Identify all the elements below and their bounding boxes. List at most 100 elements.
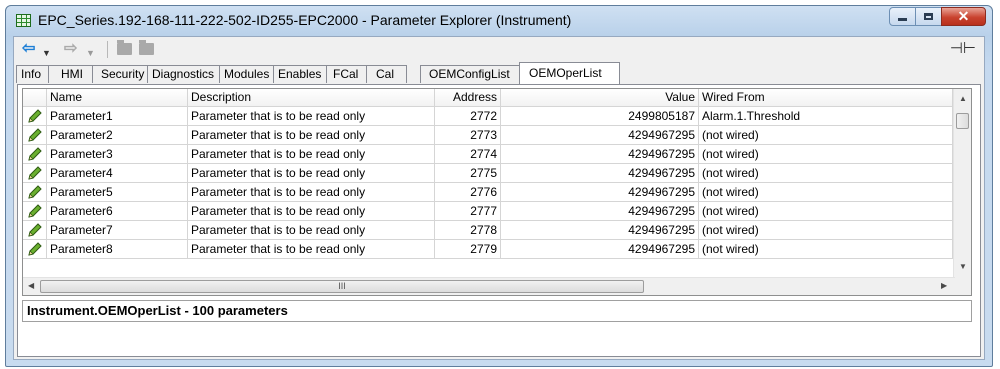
table-row[interactable]: Parameter1 Parameter that is to be read o… — [23, 107, 953, 126]
tab-oemconfiglist[interactable]: OEMConfigList — [420, 65, 520, 83]
cell-name[interactable]: Parameter4 — [47, 164, 188, 183]
tab-fcal[interactable]: FCal — [326, 65, 367, 83]
cell-address[interactable]: 2776 — [435, 183, 501, 202]
pencil-icon — [28, 109, 42, 123]
cell-value[interactable]: 4294967295 — [501, 221, 699, 240]
pencil-icon — [28, 147, 42, 161]
cell-wired-from[interactable]: Alarm.1.Threshold — [699, 107, 953, 126]
tab-content: Name Description Address Value Wired Fro… — [17, 84, 981, 357]
horizontal-scroll-thumb[interactable]: III — [40, 280, 644, 293]
cell-address[interactable]: 2777 — [435, 202, 501, 221]
table-row[interactable]: Parameter6 Parameter that is to be read o… — [23, 202, 953, 221]
cell-value[interactable]: 4294967295 — [501, 145, 699, 164]
table-row[interactable]: Parameter4 Parameter that is to be read o… — [23, 164, 953, 183]
close-icon: ✕ — [957, 8, 970, 24]
cell-wired-from[interactable]: (not wired) — [699, 183, 953, 202]
cell-wired-from[interactable]: (not wired) — [699, 240, 953, 259]
tab-oemoperlist[interactable]: OEMOperList — [519, 62, 620, 84]
cell-description[interactable]: Parameter that is to be read only — [188, 107, 435, 126]
status-bar: Instrument.OEMOperList - 100 parameters — [22, 300, 972, 322]
forward-history-dropdown[interactable]: ▼ — [86, 44, 95, 62]
maximize-button[interactable] — [915, 7, 942, 26]
table-row[interactable]: Parameter8 Parameter that is to be read o… — [23, 240, 953, 259]
cell-address[interactable]: 2772 — [435, 107, 501, 126]
cell-description[interactable]: Parameter that is to be read only — [188, 221, 435, 240]
window-title: EPC_Series.192-168-111-222-502-ID255-EPC… — [38, 12, 572, 28]
cell-wired-from[interactable]: (not wired) — [699, 126, 953, 145]
column-header-icon — [23, 89, 47, 106]
cell-description[interactable]: Parameter that is to be read only — [188, 126, 435, 145]
column-header-address[interactable]: Address — [435, 89, 501, 106]
back-arrow-icon[interactable]: ⇦ — [22, 40, 35, 58]
table-row[interactable]: Parameter2 Parameter that is to be read o… — [23, 126, 953, 145]
cell-wired-from[interactable]: (not wired) — [699, 221, 953, 240]
caption-buttons: ✕ — [889, 7, 986, 26]
folder-icon[interactable] — [117, 40, 132, 55]
scroll-right-arrow[interactable]: ▶ — [941, 281, 947, 290]
cell-description[interactable]: Parameter that is to be read only — [188, 164, 435, 183]
cell-description[interactable]: Parameter that is to be read only — [188, 202, 435, 221]
cell-wired-from[interactable]: (not wired) — [699, 202, 953, 221]
cell-wired-from[interactable]: (not wired) — [699, 164, 953, 183]
minimize-button[interactable] — [889, 7, 916, 26]
cell-value[interactable]: 4294967295 — [501, 202, 699, 221]
cell-address[interactable]: 2773 — [435, 126, 501, 145]
vertical-scroll-thumb[interactable] — [956, 113, 969, 129]
tab-modules[interactable]: Modules — [219, 65, 274, 83]
table-row[interactable]: Parameter7 Parameter that is to be read o… — [23, 221, 953, 240]
column-header-value[interactable]: Value — [501, 89, 699, 106]
tab-security[interactable]: Security — [92, 65, 148, 83]
minimize-icon — [898, 18, 907, 21]
cell-address[interactable]: 2778 — [435, 221, 501, 240]
cell-value[interactable]: 2499805187 — [501, 107, 699, 126]
scroll-down-arrow[interactable]: ▼ — [959, 262, 967, 271]
tab-enables[interactable]: Enables — [273, 65, 327, 83]
toolbar: ⇦ ▼ ⇨ ▼ ⊣⊢ — [14, 37, 984, 62]
table-row[interactable]: Parameter5 Parameter that is to be read o… — [23, 183, 953, 202]
cell-name[interactable]: Parameter1 — [47, 107, 188, 126]
tab-info[interactable]: Info — [16, 65, 49, 83]
column-header-wired-from[interactable]: Wired From — [699, 89, 953, 106]
folder-icon[interactable] — [139, 40, 154, 55]
scroll-up-arrow[interactable]: ▲ — [959, 94, 967, 103]
cell-name[interactable]: Parameter2 — [47, 126, 188, 145]
toolbar-separator — [107, 41, 108, 58]
cell-name[interactable]: Parameter6 — [47, 202, 188, 221]
forward-arrow-icon[interactable]: ⇨ — [64, 40, 77, 58]
title-bar[interactable]: EPC_Series.192-168-111-222-502-ID255-EPC… — [6, 6, 992, 36]
cell-name[interactable]: Parameter7 — [47, 221, 188, 240]
pencil-icon — [28, 223, 42, 237]
table-header: Name Description Address Value Wired Fro… — [23, 89, 971, 107]
cell-value[interactable]: 4294967295 — [501, 164, 699, 183]
scrollbar-corner — [954, 278, 971, 295]
close-button[interactable]: ✕ — [941, 7, 986, 26]
cell-name[interactable]: Parameter5 — [47, 183, 188, 202]
row-icon-cell — [23, 183, 47, 202]
tab-hmi[interactable]: HMI — [48, 65, 93, 83]
vertical-scrollbar[interactable]: ▲ ▼ — [953, 89, 971, 278]
pencil-icon — [28, 204, 42, 218]
cell-value[interactable]: 4294967295 — [501, 240, 699, 259]
cell-description[interactable]: Parameter that is to be read only — [188, 145, 435, 164]
cell-value[interactable]: 4294967295 — [501, 126, 699, 145]
column-header-name[interactable]: Name — [47, 89, 188, 106]
cell-address[interactable]: 2779 — [435, 240, 501, 259]
cell-value[interactable]: 4294967295 — [501, 183, 699, 202]
table-row[interactable]: Parameter3 Parameter that is to be read o… — [23, 145, 953, 164]
column-header-description[interactable]: Description — [188, 89, 435, 106]
row-icon-cell — [23, 164, 47, 183]
cell-wired-from[interactable]: (not wired) — [699, 145, 953, 164]
cell-name[interactable]: Parameter3 — [47, 145, 188, 164]
back-history-dropdown[interactable]: ▼ — [42, 44, 51, 62]
tab-diagnostics[interactable]: Diagnostics — [147, 65, 220, 83]
pin-icon[interactable]: ⊣⊢ — [950, 39, 976, 57]
horizontal-scrollbar[interactable]: ◀ III ▶ — [23, 277, 955, 295]
tab-cal[interactable]: Cal — [366, 65, 407, 83]
cell-address[interactable]: 2775 — [435, 164, 501, 183]
cell-description[interactable]: Parameter that is to be read only — [188, 240, 435, 259]
row-icon-cell — [23, 145, 47, 164]
cell-name[interactable]: Parameter8 — [47, 240, 188, 259]
scroll-left-arrow[interactable]: ◀ — [28, 281, 34, 290]
cell-description[interactable]: Parameter that is to be read only — [188, 183, 435, 202]
cell-address[interactable]: 2774 — [435, 145, 501, 164]
